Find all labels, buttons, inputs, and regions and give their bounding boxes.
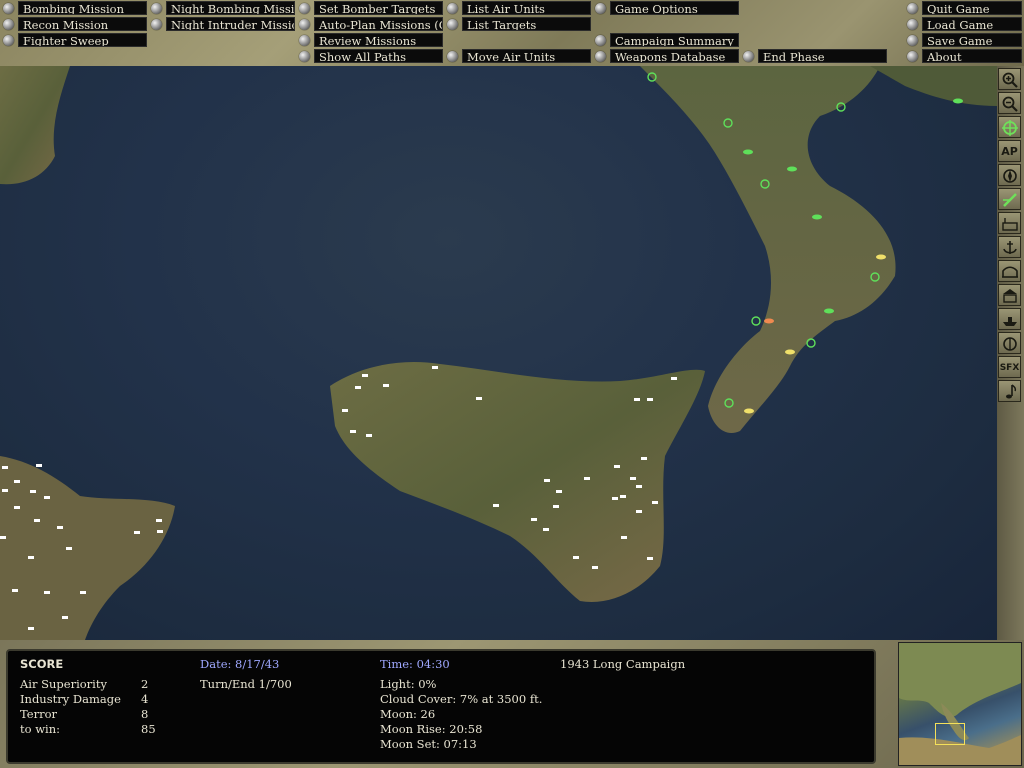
radio-knob-icon — [447, 50, 458, 62]
status-bar: SCORE Air Superiority 2 Industry Damage … — [0, 640, 1024, 768]
quit-game-button[interactable]: Quit Game — [907, 1, 1022, 15]
light-text: Light: 0% — [380, 677, 437, 691]
zoom-out-button[interactable] — [998, 92, 1021, 114]
building-icon — [1002, 289, 1017, 303]
radio-knob-icon — [595, 34, 606, 46]
load-game-button[interactable]: Load Game — [907, 17, 1022, 31]
list-air-units-button[interactable]: List Air Units — [447, 1, 591, 15]
ap-toggle-button[interactable]: AP — [998, 140, 1021, 162]
airfield-toggle-button[interactable] — [998, 188, 1021, 210]
campaign-summary-button[interactable]: Campaign Summary — [595, 33, 739, 47]
weapons-database-button[interactable]: Weapons Database — [595, 49, 739, 63]
radio-knob-icon — [743, 50, 754, 62]
turn-end-text: Turn/End 1/700 — [200, 677, 292, 691]
map-terrain — [0, 66, 997, 640]
fighter-sweep-button[interactable]: Fighter Sweep — [3, 33, 147, 47]
anchor-icon — [1002, 241, 1017, 254]
ship-icon — [1002, 317, 1017, 326]
to-win-value: 85 — [141, 722, 156, 736]
moon-set-text: Moon Set: 07:13 — [380, 737, 477, 751]
zoom-in-button[interactable] — [998, 68, 1021, 90]
factory-icon — [1001, 218, 1018, 231]
crosshair-icon — [1001, 120, 1018, 136]
map-toolbar: AP SFX — [997, 66, 1024, 640]
magnifier-minus-icon — [1002, 96, 1018, 112]
radio-knob-icon — [299, 50, 310, 62]
review-missions-button[interactable]: Review Missions — [299, 33, 443, 47]
overview-minimap[interactable] — [898, 642, 1022, 766]
ship-toggle-button[interactable] — [998, 308, 1021, 330]
air-superiority-label: Air Superiority — [20, 677, 107, 691]
strategic-map[interactable] — [0, 66, 997, 640]
bridge-toggle-button[interactable] — [998, 260, 1021, 282]
end-phase-button[interactable]: End Phase — [743, 49, 887, 63]
cloud-cover-text: Cloud Cover: 7% at 3500 ft. — [380, 692, 543, 706]
radio-knob-icon — [907, 2, 918, 14]
runway-icon — [1002, 193, 1017, 207]
factory-toggle-button[interactable] — [998, 212, 1021, 234]
land-heel — [870, 66, 997, 106]
radio-knob-icon — [151, 18, 162, 30]
radio-knob-icon — [907, 34, 918, 46]
bridge-icon — [1001, 266, 1018, 278]
moon-rise-text: Moon Rise: 20:58 — [380, 722, 483, 736]
bombing-mission-button[interactable]: Bombing Mission — [3, 1, 147, 15]
radio-knob-icon — [3, 2, 14, 14]
target-toggle-button[interactable] — [998, 116, 1021, 138]
radio-knob-icon — [595, 2, 606, 14]
terror-value: 8 — [141, 707, 149, 721]
list-targets-button[interactable]: List Targets — [447, 17, 591, 31]
radio-knob-icon — [3, 18, 14, 30]
time-text: Time: 04:30 — [380, 657, 450, 671]
move-air-units-button[interactable]: Move Air Units — [447, 49, 591, 63]
set-bomber-targets-button[interactable]: Set Bomber Targets — [299, 1, 443, 15]
to-win-label: to win: — [20, 722, 61, 736]
magnifier-plus-icon — [1002, 72, 1018, 88]
port-toggle-button[interactable] — [998, 236, 1021, 258]
land-top-left — [0, 66, 70, 185]
compass-icon — [1002, 169, 1017, 183]
industry-damage-label: Industry Damage — [20, 692, 121, 706]
radio-knob-icon — [907, 50, 918, 62]
recon-mission-button[interactable]: Recon Mission — [3, 17, 147, 31]
auto-plan-missions-button[interactable]: Auto-Plan Missions (Off) — [299, 17, 443, 31]
campaign-name: 1943 Long Campaign — [560, 657, 686, 671]
radio-knob-icon — [3, 34, 14, 46]
sfx-toggle-button[interactable]: SFX — [998, 356, 1021, 378]
compass-toggle-button[interactable] — [998, 164, 1021, 186]
radio-knob-icon — [299, 2, 310, 14]
radio-knob-icon — [595, 50, 606, 62]
air-superiority-value: 2 — [141, 677, 149, 691]
show-all-paths-button[interactable]: Show All Paths — [299, 49, 443, 63]
radio-knob-icon — [907, 18, 918, 30]
radio-knob-icon — [447, 2, 458, 14]
land-sicily — [330, 362, 705, 602]
radio-knob-icon — [151, 2, 162, 14]
industry-damage-value: 4 — [141, 692, 149, 706]
score-heading: SCORE — [20, 657, 64, 671]
radio-knob-icon — [299, 18, 310, 30]
night-intruder-mission-button[interactable]: Night Intruder Mission — [151, 17, 295, 31]
moon-text: Moon: 26 — [380, 707, 436, 721]
radio-knob-icon — [299, 34, 310, 46]
night-bombing-mission-button[interactable]: Night Bombing Mission — [151, 1, 295, 15]
status-panel: SCORE Air Superiority 2 Industry Damage … — [6, 649, 876, 764]
date-text: Date: 8/17/43 — [200, 657, 280, 671]
about-button[interactable]: About — [907, 49, 1022, 63]
building-toggle-button[interactable] — [998, 284, 1021, 306]
minimap-terrain — [899, 643, 1021, 765]
land-tunisia — [0, 456, 175, 640]
music-note-icon — [1005, 384, 1016, 399]
save-game-button[interactable]: Save Game — [907, 33, 1022, 47]
radar-toggle-button[interactable] — [998, 332, 1021, 354]
game-options-button[interactable]: Game Options — [595, 1, 739, 15]
terror-label: Terror — [20, 707, 57, 721]
music-toggle-button[interactable] — [998, 380, 1021, 402]
radio-knob-icon — [447, 18, 458, 30]
minimap-viewport-frame[interactable] — [935, 723, 965, 745]
top-menu-bar: Bombing Mission Recon Mission Fighter Sw… — [0, 0, 1024, 66]
radar-icon — [1002, 337, 1017, 351]
